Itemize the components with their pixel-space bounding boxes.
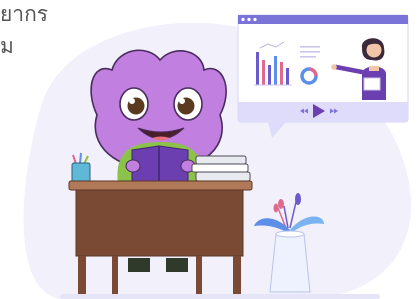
book-stack-graphic [191,155,251,182]
pencil-cup-graphic [71,152,91,184]
scene-illustration [23,14,412,299]
video-window [237,14,409,138]
